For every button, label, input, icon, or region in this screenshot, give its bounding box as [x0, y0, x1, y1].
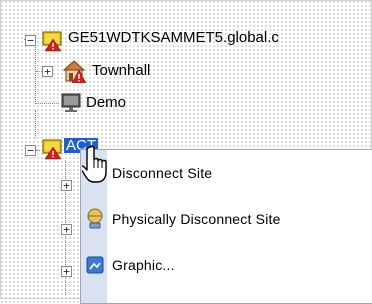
- menu-item-label: Physically Disconnect Site: [112, 211, 281, 227]
- tree-line: [35, 40, 36, 104]
- tree-node-label[interactable]: GE51WDTKSAMMET5.global.c: [68, 29, 279, 47]
- context-menu: Disconnect Site Physically Disconnect Si…: [80, 149, 372, 304]
- tree-line: [35, 110, 36, 138]
- computer-alarm-icon: [41, 138, 63, 164]
- menu-item-label: Graphic...: [112, 257, 175, 273]
- tree-node-label[interactable]: Townhall: [92, 62, 150, 80]
- tree-node-label[interactable]: Demo: [86, 94, 126, 112]
- expand-toggle[interactable]: +: [61, 266, 72, 277]
- tree-line: [36, 150, 40, 151]
- computer-icon: [60, 92, 82, 118]
- menu-item-physically-disconnect-site[interactable]: Physically Disconnect Site: [81, 198, 372, 242]
- graphic-icon: [85, 254, 105, 276]
- expand-toggle[interactable]: +: [42, 66, 53, 77]
- expand-toggle[interactable]: +: [61, 224, 72, 235]
- tree-line: [36, 103, 59, 104]
- expand-toggle[interactable]: +: [61, 180, 72, 191]
- menu-item-label: Disconnect Site: [112, 165, 213, 181]
- menu-item-graphic[interactable]: Graphic...: [81, 244, 372, 288]
- physically-disconnect-icon: [85, 208, 105, 230]
- hand-cursor-icon: [80, 144, 112, 188]
- house-alarm-icon: [62, 59, 87, 87]
- collapse-toggle[interactable]: −: [25, 145, 36, 156]
- computer-alarm-icon: [41, 30, 63, 56]
- menu-item-disconnect-site[interactable]: Disconnect Site: [81, 152, 372, 196]
- collapse-toggle[interactable]: −: [25, 35, 36, 46]
